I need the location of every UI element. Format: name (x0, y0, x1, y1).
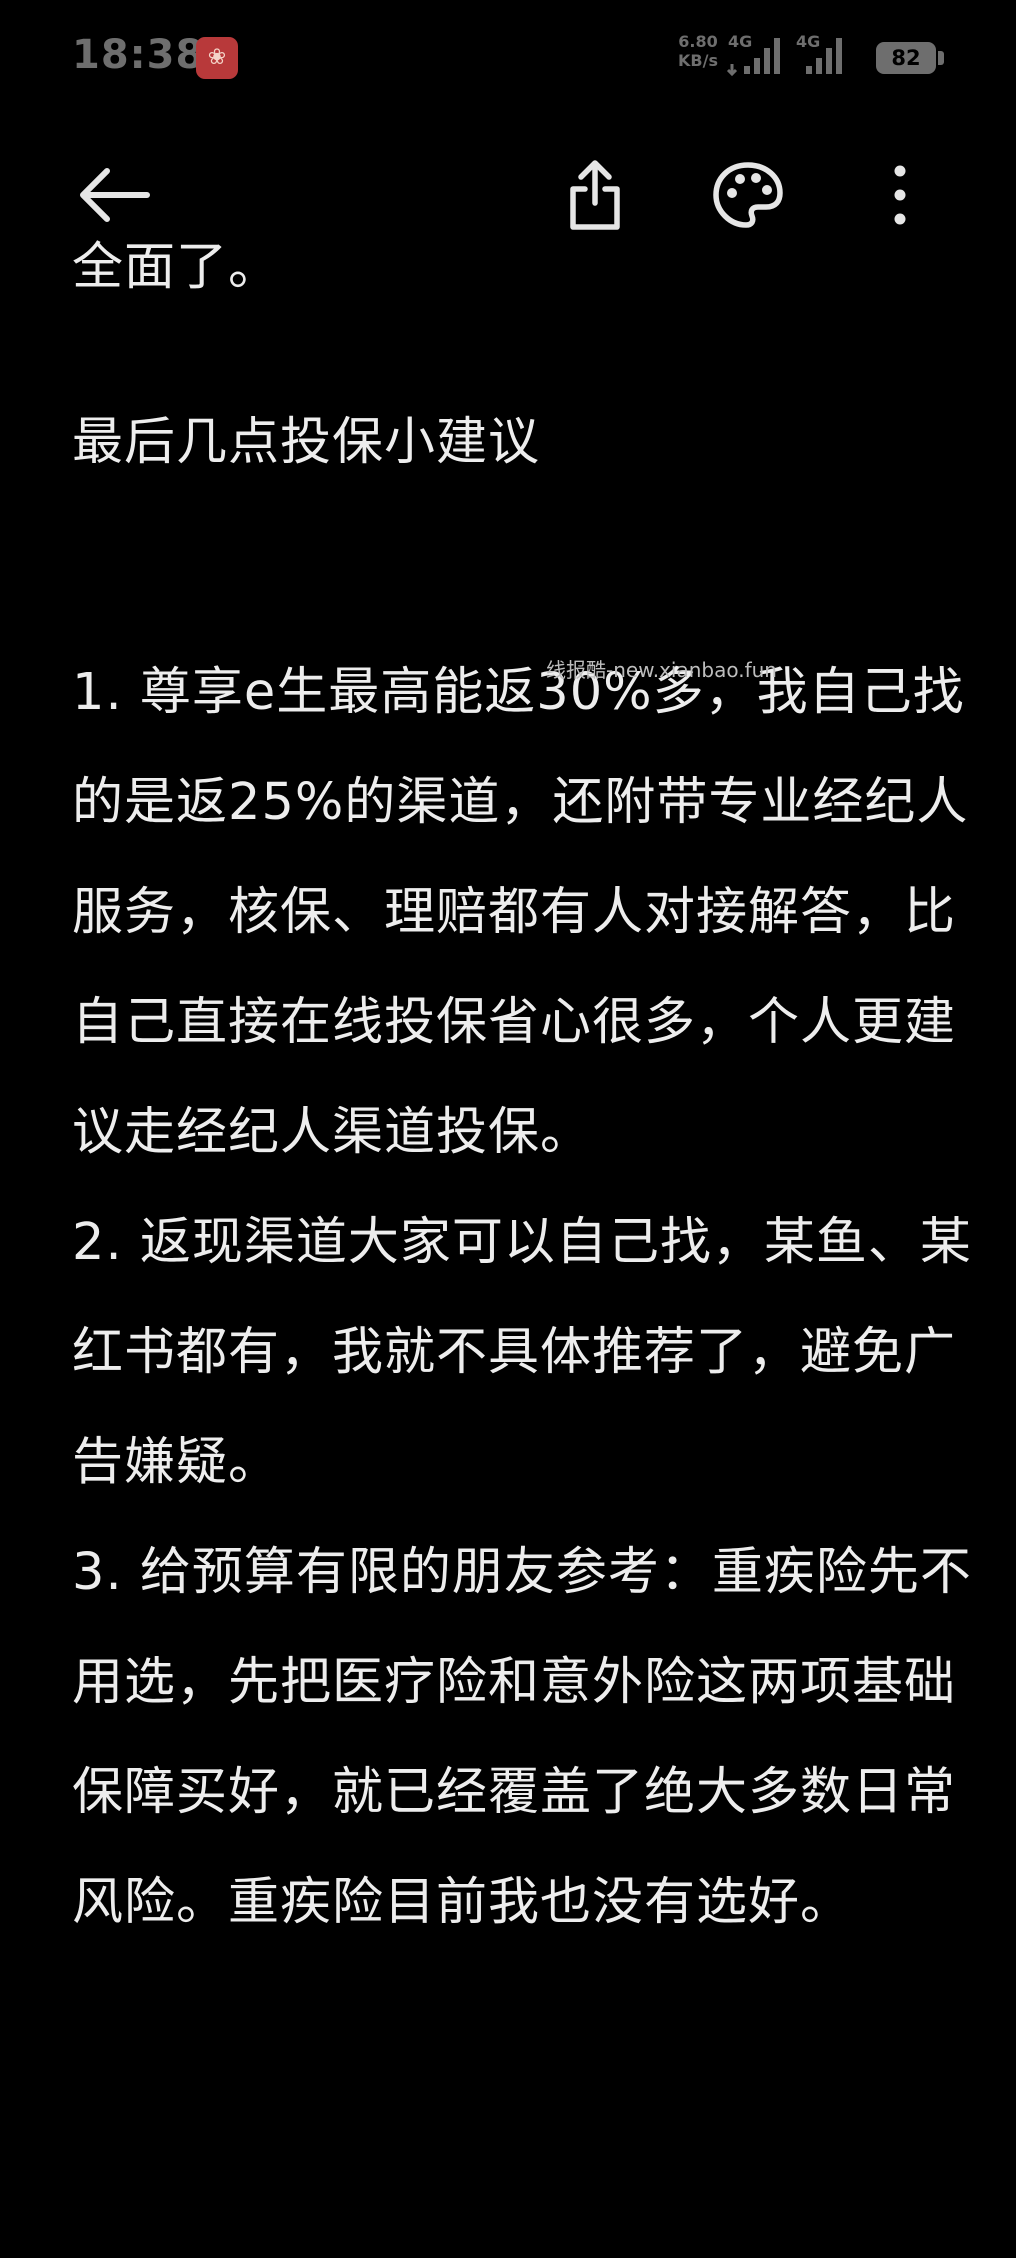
palette-icon (713, 162, 783, 228)
app-notification-icon: ❀ (196, 37, 238, 79)
network-speed: 6.80 KB/s (668, 32, 728, 70)
battery-indicator: 82 (876, 42, 936, 74)
cellular-signal-2: 4G (792, 30, 856, 78)
signal-bars-icon (806, 38, 842, 74)
section-heading: 最后几点投保小建议 (72, 413, 541, 472)
signal-bars-icon (726, 38, 780, 77)
site-watermark: 线报酷-new.xianbao.fun (546, 658, 777, 682)
partial-text-line: 全面了。 (72, 240, 281, 297)
tip-paragraph-1: 1. 尊享e生最高能返30%多，我自己找的是返25%的渠道，还附带专业经纪人服务… (72, 663, 969, 1162)
share-button[interactable] (540, 140, 650, 250)
tip-paragraph-3: 3. 给预算有限的朋友参考：重疾险先不用选，先把医疗险和意外险这两项基础保障买好… (72, 1543, 972, 1932)
cellular-signal-1: 4G (724, 30, 788, 78)
article-content: 全面了。 最后几点投保小建议 1. 尊享e生最高能返30%多，我自己找的是返25… (72, 240, 972, 2258)
network-speed-value: 6.80 (678, 32, 718, 51)
tip-paragraph-2: 2. 返现渠道大家可以自己找，某鱼、某红书都有，我就不具体推荐了，避免广告嫌疑。 (72, 1213, 972, 1492)
top-app-bar (0, 140, 1016, 250)
more-options-button[interactable] (845, 140, 955, 250)
theme-button[interactable] (693, 140, 803, 250)
more-vertical-icon (894, 165, 906, 225)
share-icon (570, 160, 620, 230)
back-button[interactable] (60, 140, 170, 250)
arrow-left-icon (80, 168, 150, 222)
network-speed-unit: KB/s (678, 51, 718, 70)
status-time: 18:38 (72, 32, 205, 78)
battery-cap (938, 51, 944, 65)
status-bar: 18:38 ❀ 6.80 KB/s 4G 4G 82 (0, 0, 1016, 120)
